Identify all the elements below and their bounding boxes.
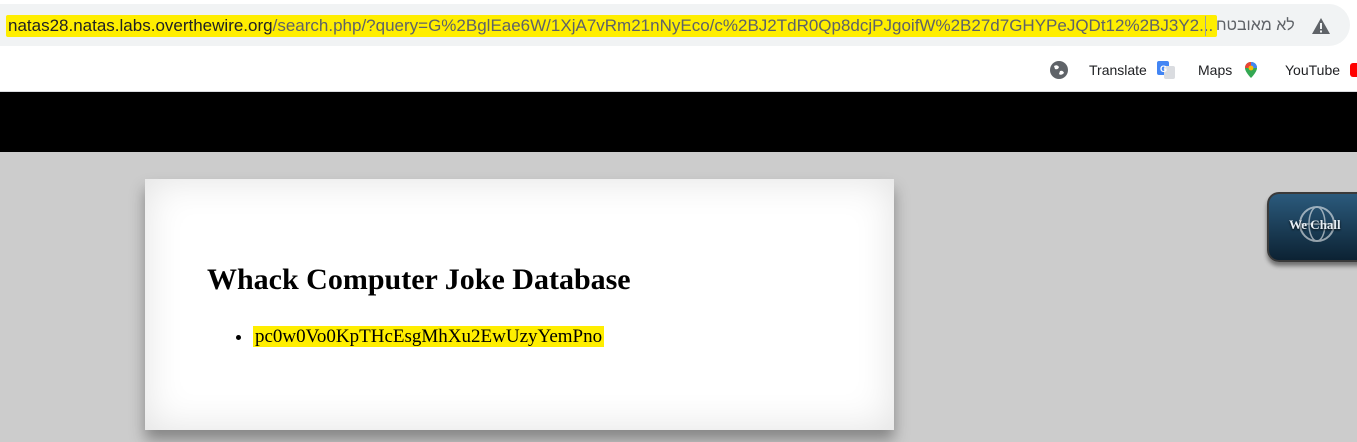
wechall-badge[interactable]: We Chall — [1267, 192, 1357, 262]
bookmark-translate[interactable]: Translate G — [1089, 58, 1175, 82]
google-translate-icon: G — [1156, 61, 1175, 79]
omnibox-divider — [1205, 16, 1206, 36]
url-path: /search.php/?query=G%2BglEae6W/1XjA7vRm2… — [272, 16, 1214, 35]
warning-triangle-icon[interactable] — [1312, 18, 1330, 34]
url-text[interactable]: natas28.natas.labs.overthewire.org/searc… — [6, 15, 1218, 37]
bookmark-maps[interactable]: Maps — [1198, 58, 1260, 82]
bookmark-youtube[interactable]: YouTube — [1285, 58, 1357, 82]
result-text: pc0w0Vo0KpTHcEsgMhXu2EwUzyYemPno — [253, 326, 605, 347]
browser-toolbar: natas28.natas.labs.overthewire.org/searc… — [0, 0, 1357, 50]
bookmark-label: Translate — [1089, 62, 1147, 78]
address-bar[interactable]: natas28.natas.labs.overthewire.org/searc… — [0, 4, 1350, 46]
bookmarks-bar: Translate G Maps YouTube — [0, 50, 1357, 92]
security-status-label[interactable]: לא מאובטח — [1216, 15, 1295, 37]
youtube-icon — [1350, 63, 1357, 77]
list-item: pc0w0Vo0KpTHcEsgMhXu2EwUzyYemPno — [253, 325, 605, 349]
google-maps-icon — [1245, 62, 1258, 78]
page-title: Whack Computer Joke Database — [207, 263, 631, 296]
results-list: pc0w0Vo0KpTHcEsgMhXu2EwUzyYemPno — [207, 325, 605, 349]
content-panel: Whack Computer Joke Database pc0w0Vo0KpT… — [145, 179, 894, 430]
wechall-label: We Chall — [1289, 217, 1341, 232]
svg-text:G: G — [1160, 64, 1167, 74]
url-host: natas28.natas.labs.overthewire.org — [8, 16, 273, 35]
globe-icon[interactable] — [1049, 60, 1069, 80]
bookmark-label: YouTube — [1285, 62, 1341, 78]
bookmark-label: Maps — [1198, 62, 1233, 78]
page-header-banner — [0, 92, 1357, 152]
